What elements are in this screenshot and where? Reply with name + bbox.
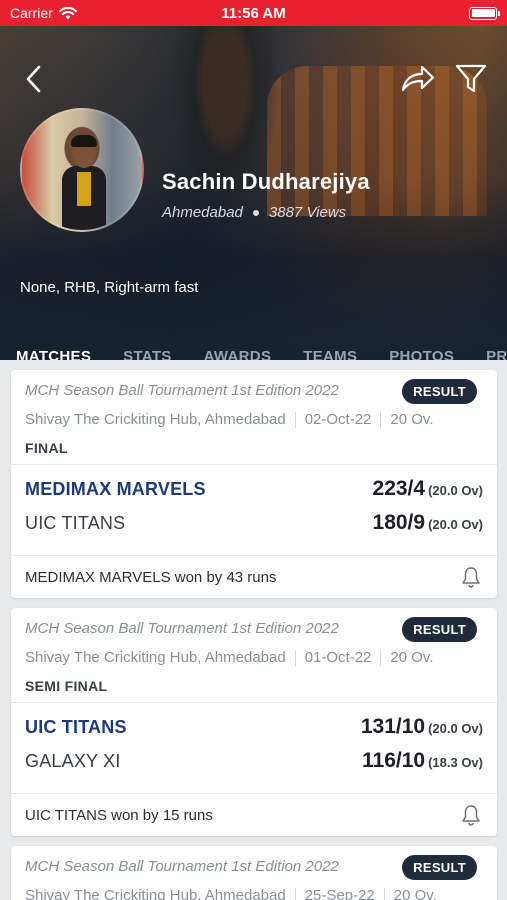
match-result: UIC TITANS won by 15 runs (25, 806, 213, 824)
team-row: UIC TITANS 131/10 (20.0 Ov) (25, 715, 483, 749)
score-value: 116/10 (362, 749, 426, 772)
match-result: MEDIMAX MARVELS won by 43 runs (25, 568, 277, 586)
match-meta: Shivay The Crickiting Hub, Ahmedabad 25-… (25, 887, 483, 900)
score-value: 131/10 (360, 715, 426, 738)
match-scores: MEDIMAX MARVELS 223/4 (20.0 Ov) UIC TITAN… (11, 465, 497, 556)
filter-icon (455, 64, 487, 93)
back-button[interactable] (20, 64, 46, 94)
match-list: MCH Season Ball Tournament 1st Edition 2… (0, 360, 507, 900)
team-row: MEDIMAX MARVELS 223/4 (20.0 Ov) (25, 477, 483, 511)
match-date: 01-Oct-22 (304, 649, 372, 666)
match-overs: 20 Ov. (390, 411, 434, 428)
player-role: None, RHB, Right-arm fast (20, 279, 199, 296)
ground-name: Shivay The Crickiting Hub, Ahmedabad (25, 649, 286, 666)
match-card[interactable]: MCH Season Ball Tournament 1st Edition 2… (11, 608, 497, 836)
tab-profile[interactable]: PROFILE (470, 326, 507, 361)
match-card-header: MCH Season Ball Tournament 1st Edition 2… (11, 370, 497, 465)
tab-stats[interactable]: STATS (107, 326, 187, 361)
meta-separator (294, 411, 296, 428)
match-meta: Shivay The Crickiting Hub, Ahmedabad 01-… (25, 649, 483, 666)
match-card-header: MCH Season Ball Tournament 1st Edition 2… (11, 846, 497, 900)
bell-icon[interactable] (459, 565, 483, 589)
player-name: Sachin Dudharejiya (162, 169, 370, 194)
match-overs: 20 Ov. (393, 887, 437, 900)
team-name: UIC TITANS (25, 513, 126, 533)
result-badge: RESULT (402, 379, 477, 404)
team-name: MEDIMAX MARVELS (25, 479, 206, 499)
result-badge: RESULT (402, 855, 477, 880)
match-round: SEMI FINAL (25, 678, 108, 694)
score-overs: (20.0 Ov) (428, 721, 483, 736)
team-name: GALAXY XI (25, 751, 121, 771)
ground-name: Shivay The Crickiting Hub, Ahmedabad (25, 411, 286, 428)
team-score: 131/10 (20.0 Ov) (361, 715, 483, 739)
status-bar: Carrier 11:56 AM (0, 0, 507, 26)
team-score: 116/10 (18.3 Ov) (362, 749, 483, 773)
tab-awards[interactable]: AWARDS (188, 326, 288, 361)
team-score: 223/4 (20.0 Ov) (373, 477, 483, 501)
separator-dot (252, 209, 259, 216)
profile-tabs: MATCHES STATS AWARDS TEAMS PHOTOS PROFIL… (0, 326, 507, 361)
filter-button[interactable] (454, 62, 488, 96)
match-round: FINAL (25, 440, 68, 456)
meta-separator (294, 887, 296, 900)
match-card[interactable]: MCH Season Ball Tournament 1st Edition 2… (11, 370, 497, 598)
match-card-footer: UIC TITANS won by 15 runs (11, 794, 497, 836)
share-button[interactable] (400, 62, 436, 96)
match-card-header: MCH Season Ball Tournament 1st Edition 2… (11, 608, 497, 703)
match-date: 25-Sep-22 (304, 887, 375, 900)
score-overs: (20.0 Ov) (428, 483, 483, 498)
battery-icon (469, 6, 500, 20)
score-value: 180/9 (372, 511, 426, 534)
match-meta: Shivay The Crickiting Hub, Ahmedabad 02-… (25, 411, 483, 428)
match-overs: 20 Ov. (390, 649, 434, 666)
meta-separator (294, 649, 296, 666)
team-name: UIC TITANS (25, 717, 127, 737)
team-row: UIC TITANS 180/9 (20.0 Ov) (25, 511, 483, 545)
match-card-footer: MEDIMAX MARVELS won by 43 runs (11, 556, 497, 598)
tab-matches[interactable]: MATCHES (0, 326, 107, 361)
carrier-group: Carrier (10, 5, 77, 21)
tab-teams[interactable]: TEAMS (287, 326, 373, 361)
carrier-label: Carrier (10, 5, 53, 21)
team-score: 180/9 (20.0 Ov) (373, 511, 483, 535)
wifi-icon (58, 6, 77, 19)
tab-photos[interactable]: PHOTOS (373, 326, 470, 361)
player-meta: Ahmedabad 3887 Views (162, 204, 346, 221)
meta-separator (380, 649, 382, 666)
meta-separator (380, 411, 382, 428)
bell-icon[interactable] (459, 803, 483, 827)
back-arrow-icon (26, 65, 41, 93)
player-views: 3887 Views (268, 204, 347, 221)
score-value: 223/4 (372, 477, 426, 500)
result-badge: RESULT (402, 617, 477, 642)
meta-separator (383, 887, 385, 900)
score-overs: (20.0 Ov) (428, 517, 483, 532)
match-date: 02-Oct-22 (304, 411, 372, 428)
share-icon (401, 65, 435, 92)
profile-header: Sachin Dudharejiya Ahmedabad 3887 Views … (0, 26, 507, 360)
ground-name: Shivay The Crickiting Hub, Ahmedabad (25, 887, 286, 900)
match-card[interactable]: MCH Season Ball Tournament 1st Edition 2… (11, 846, 497, 900)
avatar[interactable] (20, 108, 144, 232)
match-scores: UIC TITANS 131/10 (20.0 Ov) GALAXY XI 116… (11, 703, 497, 794)
player-city: Ahmedabad (162, 204, 243, 221)
team-row: GALAXY XI 116/10 (18.3 Ov) (25, 749, 483, 783)
score-overs: (18.3 Ov) (428, 755, 483, 770)
